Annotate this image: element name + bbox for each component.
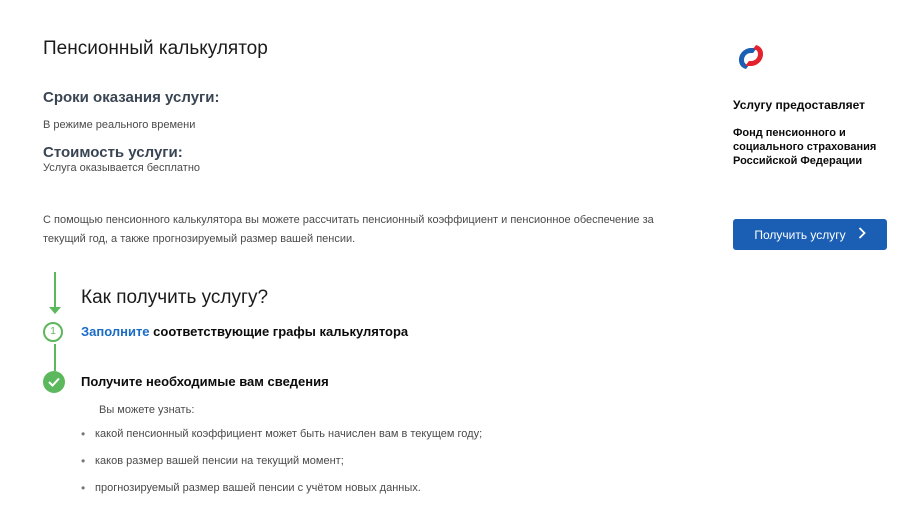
fill-link[interactable]: Заполните: [81, 324, 150, 339]
cost-heading: Стоимость услуги:: [43, 144, 183, 161]
sfr-logo-icon: [735, 43, 767, 71]
info-list: какой пенсионный коэффициент может быть …: [81, 427, 482, 509]
list-item: прогнозируемый размер вашей пенсии с учё…: [81, 481, 482, 509]
step-number-badge: 1: [43, 322, 63, 342]
chevron-right-icon: [858, 226, 866, 243]
terms-value: В режиме реального времени: [43, 119, 196, 131]
get-service-button-label: Получить услугу: [754, 227, 846, 242]
steps-connector-line: [54, 344, 56, 371]
get-service-button[interactable]: Получить услугу: [733, 219, 887, 250]
you-can-label: Вы можете узнать:: [99, 404, 195, 416]
step-1-text: Заполните соответствующие графы калькуля…: [81, 324, 408, 339]
steps-arrow-line: [54, 272, 56, 308]
service-description: С помощью пенсионного калькулятора вы мо…: [43, 214, 654, 245]
list-item: каков размер вашей пенсии на текущий мом…: [81, 454, 482, 482]
step-2-text: Получите необходимые вам сведения: [81, 374, 329, 389]
terms-heading: Сроки оказания услуги:: [43, 89, 220, 106]
cost-value: Услуга оказывается бесплатно: [43, 162, 201, 174]
step-1-rest: соответствующие графы калькулятора: [149, 324, 409, 339]
provider-name: Фонд пенсионного и социального страхован…: [733, 127, 877, 167]
arrow-down-icon: [49, 307, 61, 314]
check-icon: [43, 371, 65, 393]
list-item: какой пенсионный коэффициент может быть …: [81, 427, 482, 455]
how-title: Как получить услугу?: [81, 287, 269, 308]
page-title: Пенсионный калькулятор: [43, 38, 268, 59]
provider-label: Услугу предоставляет: [733, 98, 866, 112]
